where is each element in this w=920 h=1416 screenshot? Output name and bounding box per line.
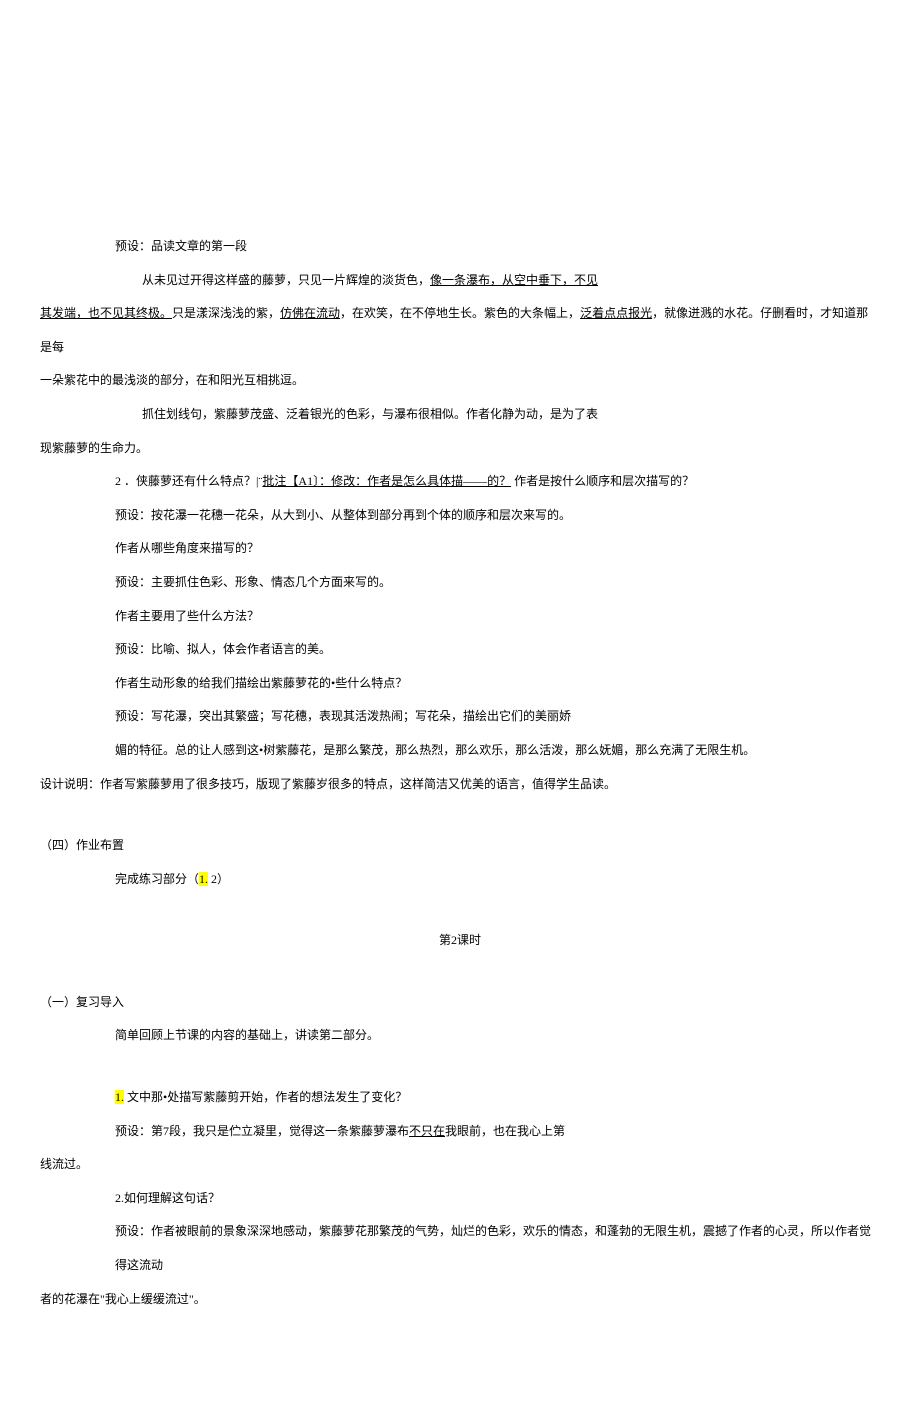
text-line: 预设：作者被眼前的景象深深地感动，紫藤萝花那繁茂的气势，灿烂的色彩，欢乐的情态，… — [40, 1215, 880, 1282]
blank-line — [40, 801, 880, 829]
text-span: 从未见过开得这样盛的藤萝，只见一片辉煌的淡货色， — [142, 273, 430, 287]
text-line: 预设：比喻、拟人，体会作者语言的美。 — [40, 633, 880, 667]
text-span: 完成练习部分（ — [115, 872, 199, 886]
text-span: ，在欢笑，在不停地生长。紫色的大条幅上， — [340, 306, 580, 320]
text-line: 媚的特征。总的让人感到这•树紫藤花，是那么繁茂，那么热烈，那么欢乐，那么活泼，那… — [40, 734, 880, 768]
text-line: 预设：按花瀑一花穗一花朵，从大到小、从整体到部分再到个体的顺序和层次来写的。 — [40, 499, 880, 533]
text-line: 现紫藤萝的生命力。 — [40, 432, 880, 466]
underlined-text: 不只在 — [409, 1124, 445, 1138]
underlined-text: 像一条瀑布，从空中垂下，不见 — [430, 273, 598, 287]
text-line: 抓住划线句，紫藤萝茂盛、泛着银光的色彩，与瀑布很相似。作者化静为动，是为了表 — [40, 398, 880, 432]
text-span: 预设：第7段，我只是伫立凝里，觉得这一条紫藤萝瀑布 — [115, 1124, 409, 1138]
text-line: 1. 文中那•处描写紫藤剪开始，作者的想法发生了变化？ — [40, 1081, 880, 1115]
underlined-text: 其发端，也不见其终极。 — [40, 306, 172, 320]
blank-line — [40, 958, 880, 986]
text-line: 简单回顾上节课的内容的基础上，讲读第二部分。 — [40, 1019, 880, 1053]
text-line: 作者主要用了些什么方法？ — [40, 600, 880, 634]
text-line: 2.如何理解这句话？ — [40, 1182, 880, 1216]
annotation-comment: 批注【A1〕：修改：作者是怎么具体描——的？ — [262, 474, 511, 488]
text-line: 预设：写花瀑，突出其繁盛；写花穗，表现其活泼热闹；写花朵，描绘出它们的美丽娇 — [40, 700, 880, 734]
highlighted-text: 1. — [199, 872, 208, 886]
blank-line — [40, 1053, 880, 1081]
text-line: 预设：品读文章的第一段 — [40, 230, 880, 264]
text-span: 我眼前，也在我心上第 — [445, 1124, 565, 1138]
underlined-text: 泛着点点报光 — [580, 306, 652, 320]
text-span: 2） — [208, 872, 229, 886]
text-line: 设计说明：作者写紫藤萝用了很多技巧，版现了紫藤岁很多的特点，这样简洁又优美的语言… — [40, 768, 880, 802]
text-line: 预设：第7段，我只是伫立凝里，觉得这一条紫藤萝瀑布不只在我眼前，也在我心上第 — [40, 1115, 880, 1149]
text-line: 者的花瀑在"我心上缓缓流过"。 — [40, 1283, 880, 1317]
text-line: 线流过。 — [40, 1148, 880, 1182]
lesson-heading: 第2课时 — [40, 924, 880, 958]
text-line: 从未见过开得这样盛的藤萝，只见一片辉煌的淡货色，像一条瀑布，从空中垂下，不见 — [40, 264, 880, 298]
text-span: 2 ．侠藤萝还有什么特点？|¨ — [115, 474, 262, 488]
text-line: 预设：主要抓住色彩、形象、情态几个方面来写的。 — [40, 566, 880, 600]
text-span: 作者是按什么顺序和层次描写的？ — [511, 474, 694, 488]
text-line: 2 ．侠藤萝还有什么特点？|¨批注【A1〕：修改：作者是怎么具体描——的？ 作者… — [40, 465, 880, 499]
section-heading: （四）作业布置 — [40, 829, 880, 863]
text-line: 一朵紫花中的最浅淡的部分，在和阳光互相挑逗。 — [40, 364, 880, 398]
text-line: 其发端，也不见其终极。只是漾深浅浅的紫，仿佛在流动，在欢笑，在不停地生长。紫色的… — [40, 297, 880, 364]
text-line: 完成练习部分（1. 2） — [40, 863, 880, 897]
text-line: 作者生动形象的给我们描绘出紫藤萝花的•些什么特点？ — [40, 667, 880, 701]
text-line: 作者从哪些角度来描写的？ — [40, 532, 880, 566]
highlighted-text: 1. — [115, 1090, 124, 1104]
section-heading: （一）复习导入 — [40, 986, 880, 1020]
text-span: 文中那•处描写紫藤剪开始，作者的想法发生了变化？ — [124, 1090, 407, 1104]
blank-line — [40, 896, 880, 924]
text-span: 只是漾深浅浅的紫， — [172, 306, 280, 320]
underlined-text: 仿佛在流动 — [280, 306, 340, 320]
